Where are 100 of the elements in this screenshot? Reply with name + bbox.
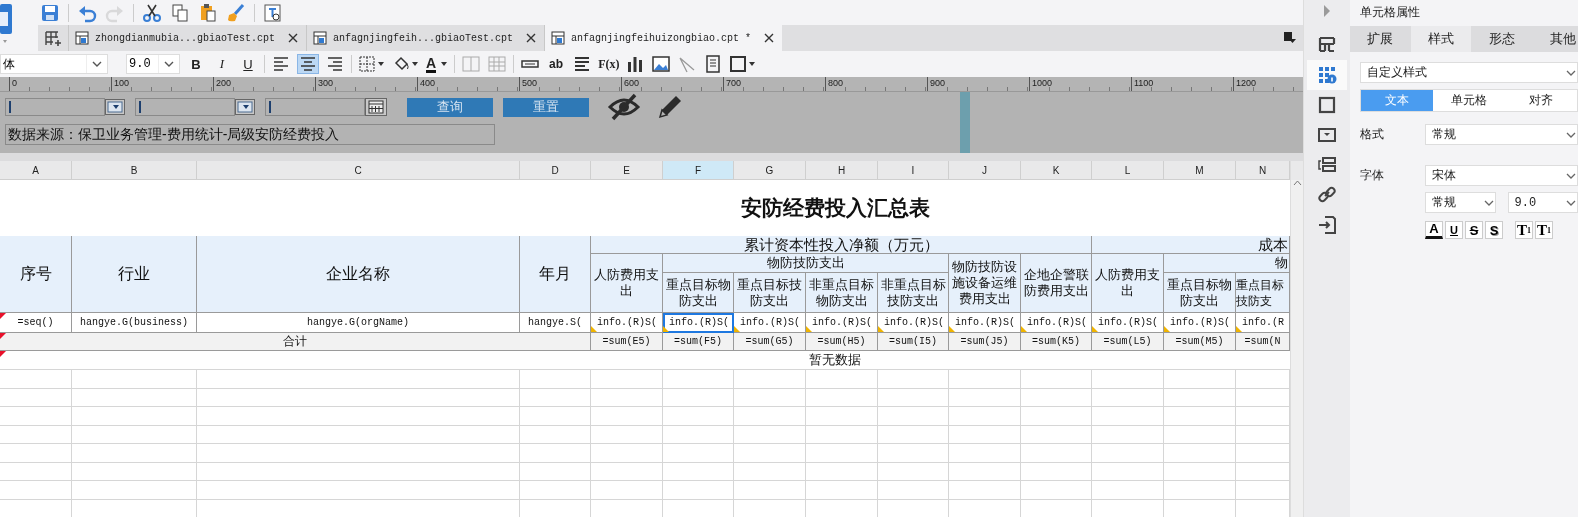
empty-cell[interactable] bbox=[949, 481, 1021, 500]
save-icon[interactable] bbox=[40, 2, 60, 23]
column-header[interactable]: H bbox=[806, 161, 878, 180]
splitter-bar[interactable] bbox=[960, 92, 970, 153]
column-header[interactable]: M bbox=[1164, 161, 1236, 180]
empty-cell[interactable] bbox=[1021, 407, 1092, 426]
empty-cell[interactable] bbox=[520, 370, 591, 389]
empty-cell[interactable] bbox=[734, 444, 806, 463]
empty-cell[interactable] bbox=[0, 388, 72, 407]
font-select[interactable]: 体 bbox=[0, 54, 108, 74]
empty-cell[interactable] bbox=[806, 425, 878, 444]
chevron-up-icon[interactable] bbox=[1293, 180, 1302, 186]
bold-button[interactable]: B bbox=[186, 54, 206, 74]
column-header[interactable]: G bbox=[734, 161, 806, 180]
size-select[interactable]: 9.0 bbox=[126, 54, 180, 74]
empty-cell[interactable] bbox=[1164, 444, 1236, 463]
scrollbar[interactable] bbox=[1290, 161, 1303, 517]
empty-cell[interactable] bbox=[520, 425, 591, 444]
column-header[interactable]: F bbox=[663, 161, 734, 180]
close-icon[interactable] bbox=[526, 33, 536, 43]
column-header[interactable]: E bbox=[591, 161, 663, 180]
tab-menu-icon[interactable] bbox=[1283, 31, 1297, 45]
underline-button[interactable]: U bbox=[1445, 221, 1463, 239]
empty-cell[interactable] bbox=[734, 370, 806, 389]
empty-cell[interactable] bbox=[1092, 425, 1164, 444]
align-left-icon[interactable] bbox=[271, 54, 291, 74]
empty-cell[interactable] bbox=[197, 370, 520, 389]
empty-cell[interactable] bbox=[0, 407, 72, 426]
strikethrough-button[interactable]: S bbox=[1465, 221, 1483, 239]
empty-cell[interactable] bbox=[1164, 370, 1236, 389]
clipboard-icon[interactable] bbox=[198, 2, 218, 23]
preview-icon[interactable] bbox=[263, 2, 283, 23]
empty-cell[interactable] bbox=[197, 462, 520, 481]
empty-cell[interactable] bbox=[663, 425, 734, 444]
query-button[interactable]: 查询 bbox=[407, 97, 493, 117]
input-field[interactable] bbox=[135, 98, 235, 116]
column-header[interactable]: J bbox=[949, 161, 1021, 180]
empty-cell[interactable] bbox=[1092, 481, 1164, 500]
input-field[interactable] bbox=[5, 98, 105, 116]
empty-cell[interactable] bbox=[1021, 481, 1092, 500]
empty-cell[interactable] bbox=[1164, 462, 1236, 481]
empty-cell[interactable] bbox=[520, 388, 591, 407]
empty-cell[interactable] bbox=[949, 407, 1021, 426]
empty-cell[interactable] bbox=[663, 388, 734, 407]
copy-icon[interactable] bbox=[170, 2, 190, 23]
empty-cell[interactable] bbox=[1021, 444, 1092, 463]
column-header[interactable]: D bbox=[520, 161, 591, 180]
empty-cell[interactable] bbox=[591, 481, 663, 500]
close-icon[interactable] bbox=[764, 33, 774, 43]
empty-cell[interactable] bbox=[1021, 462, 1092, 481]
panel-tab[interactable]: 形态 bbox=[1472, 26, 1532, 52]
empty-cell[interactable] bbox=[1021, 425, 1092, 444]
formula-cell[interactable]: =sum(I5) bbox=[878, 333, 949, 351]
image-icon[interactable] bbox=[651, 54, 672, 74]
empty-cell[interactable] bbox=[1164, 407, 1236, 426]
empty-cell[interactable] bbox=[197, 407, 520, 426]
column-header[interactable]: I bbox=[878, 161, 949, 180]
empty-cell[interactable] bbox=[72, 462, 197, 481]
empty-cell[interactable] bbox=[663, 407, 734, 426]
dropdown-button-icon[interactable] bbox=[105, 99, 125, 115]
hidden-eye-icon[interactable] bbox=[607, 92, 641, 122]
document-tab[interactable]: anfagnjingfeih...gbiaoTest.cpt bbox=[306, 25, 544, 51]
empty-cell[interactable] bbox=[949, 425, 1021, 444]
empty-cell[interactable] bbox=[663, 462, 734, 481]
dropdown-field[interactable]: 自定义样式 bbox=[1360, 62, 1578, 83]
panel-tab[interactable]: 其他 bbox=[1533, 26, 1578, 52]
empty-cell[interactable] bbox=[197, 444, 520, 463]
empty-cell[interactable] bbox=[806, 388, 878, 407]
column-header[interactable]: K bbox=[1021, 161, 1092, 180]
scissors-icon[interactable] bbox=[142, 2, 162, 23]
empty-cell[interactable] bbox=[197, 388, 520, 407]
formula-cell[interactable]: =sum(N bbox=[1236, 333, 1290, 351]
empty-cell[interactable] bbox=[949, 462, 1021, 481]
reset-button[interactable]: 重置 bbox=[503, 97, 589, 117]
empty-cell[interactable] bbox=[72, 407, 197, 426]
empty-cell[interactable] bbox=[1164, 481, 1236, 500]
dropdown-field[interactable]: 9.0 bbox=[1507, 192, 1578, 213]
empty-cell[interactable] bbox=[0, 370, 72, 389]
formula-button[interactable]: F(x) bbox=[598, 54, 620, 74]
empty-cell[interactable] bbox=[734, 425, 806, 444]
underline-button[interactable]: U bbox=[238, 54, 258, 74]
empty-cell[interactable] bbox=[878, 481, 949, 500]
align-center-icon[interactable] bbox=[298, 54, 318, 74]
empty-cell[interactable] bbox=[591, 370, 663, 389]
empty-cell[interactable] bbox=[1092, 407, 1164, 426]
side-tool-button[interactable] bbox=[1307, 60, 1347, 90]
dropdown-field[interactable]: 常规 bbox=[1425, 192, 1496, 213]
empty-cell[interactable] bbox=[520, 444, 591, 463]
formula-cell[interactable]: =sum(E5) bbox=[591, 333, 663, 351]
empty-cell[interactable] bbox=[949, 444, 1021, 463]
formula-cell[interactable]: =sum(M5) bbox=[1164, 333, 1236, 351]
segment-tab[interactable]: 对齐 bbox=[1505, 90, 1577, 111]
font-color-button[interactable]: A bbox=[426, 54, 449, 74]
border-dropdown-icon[interactable] bbox=[358, 54, 386, 74]
empty-cell[interactable] bbox=[734, 462, 806, 481]
empty-cell[interactable] bbox=[520, 407, 591, 426]
formula-cell[interactable]: =sum(J5) bbox=[949, 333, 1021, 351]
empty-cell[interactable] bbox=[0, 481, 72, 500]
input-field[interactable] bbox=[265, 98, 365, 116]
align-right-icon[interactable] bbox=[325, 54, 345, 74]
